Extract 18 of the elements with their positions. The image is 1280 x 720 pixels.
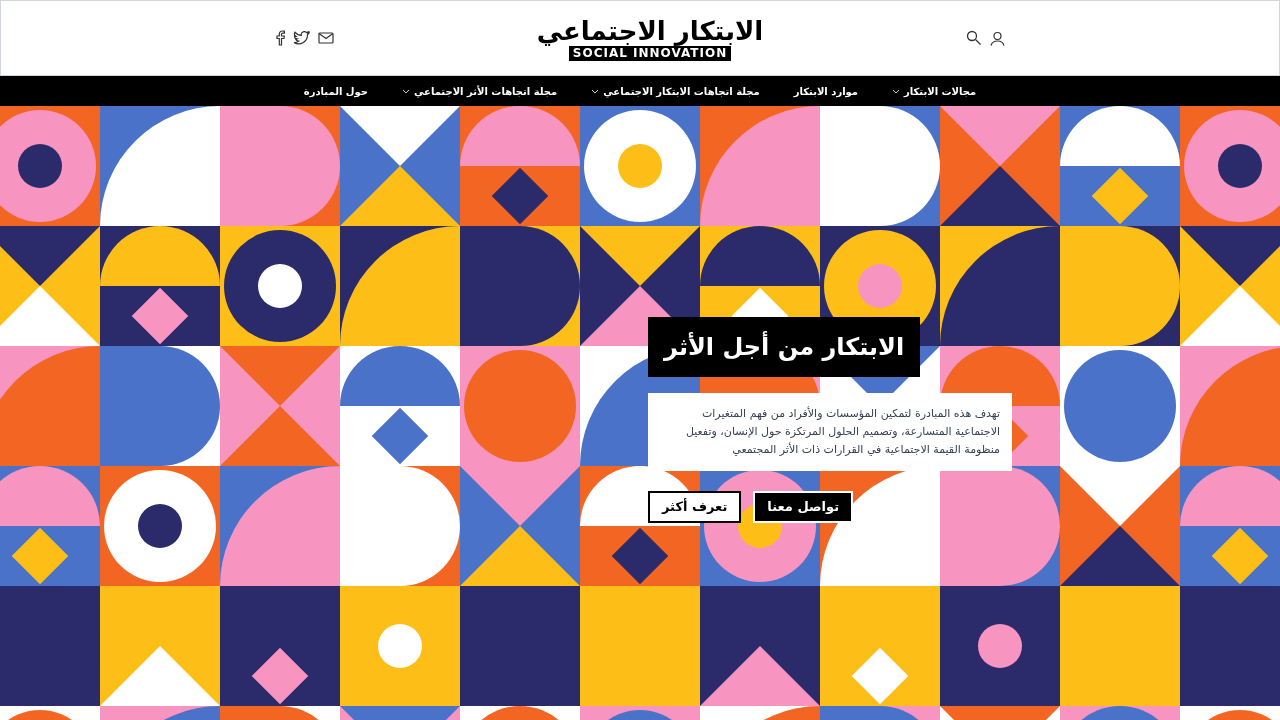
chevron-down-icon bbox=[401, 88, 410, 94]
email-icon[interactable] bbox=[318, 32, 334, 44]
facebook-icon[interactable] bbox=[275, 30, 285, 46]
user-icon[interactable] bbox=[990, 30, 1005, 46]
nav-link[interactable]: حول المبادرة bbox=[303, 83, 368, 99]
nav-link[interactable]: موارد الابتكار bbox=[793, 83, 859, 99]
nav-link[interactable]: مجالات الابتكار bbox=[892, 83, 977, 99]
learn-more-button[interactable]: تعرف أكثر bbox=[648, 491, 742, 523]
search-icon[interactable] bbox=[966, 30, 982, 46]
contact-button[interactable]: تواصل معنا bbox=[753, 491, 854, 523]
logo-latin-text: SOCIAL INNOVATION bbox=[568, 45, 732, 61]
nav-link[interactable]: مجلة اتجاهات الأثر الاجتماعي bbox=[401, 83, 558, 99]
chevron-down-icon bbox=[892, 88, 901, 94]
hero-title: الابتكار من أجل الأثر bbox=[648, 317, 921, 377]
logo-arabic-text: الابتكار الاجتماعي bbox=[536, 15, 764, 46]
twitter-icon[interactable] bbox=[293, 31, 310, 45]
chevron-down-icon bbox=[591, 88, 600, 94]
nav-link[interactable]: مجلة اتجاهات الابتكار الاجتماعي bbox=[591, 83, 760, 99]
